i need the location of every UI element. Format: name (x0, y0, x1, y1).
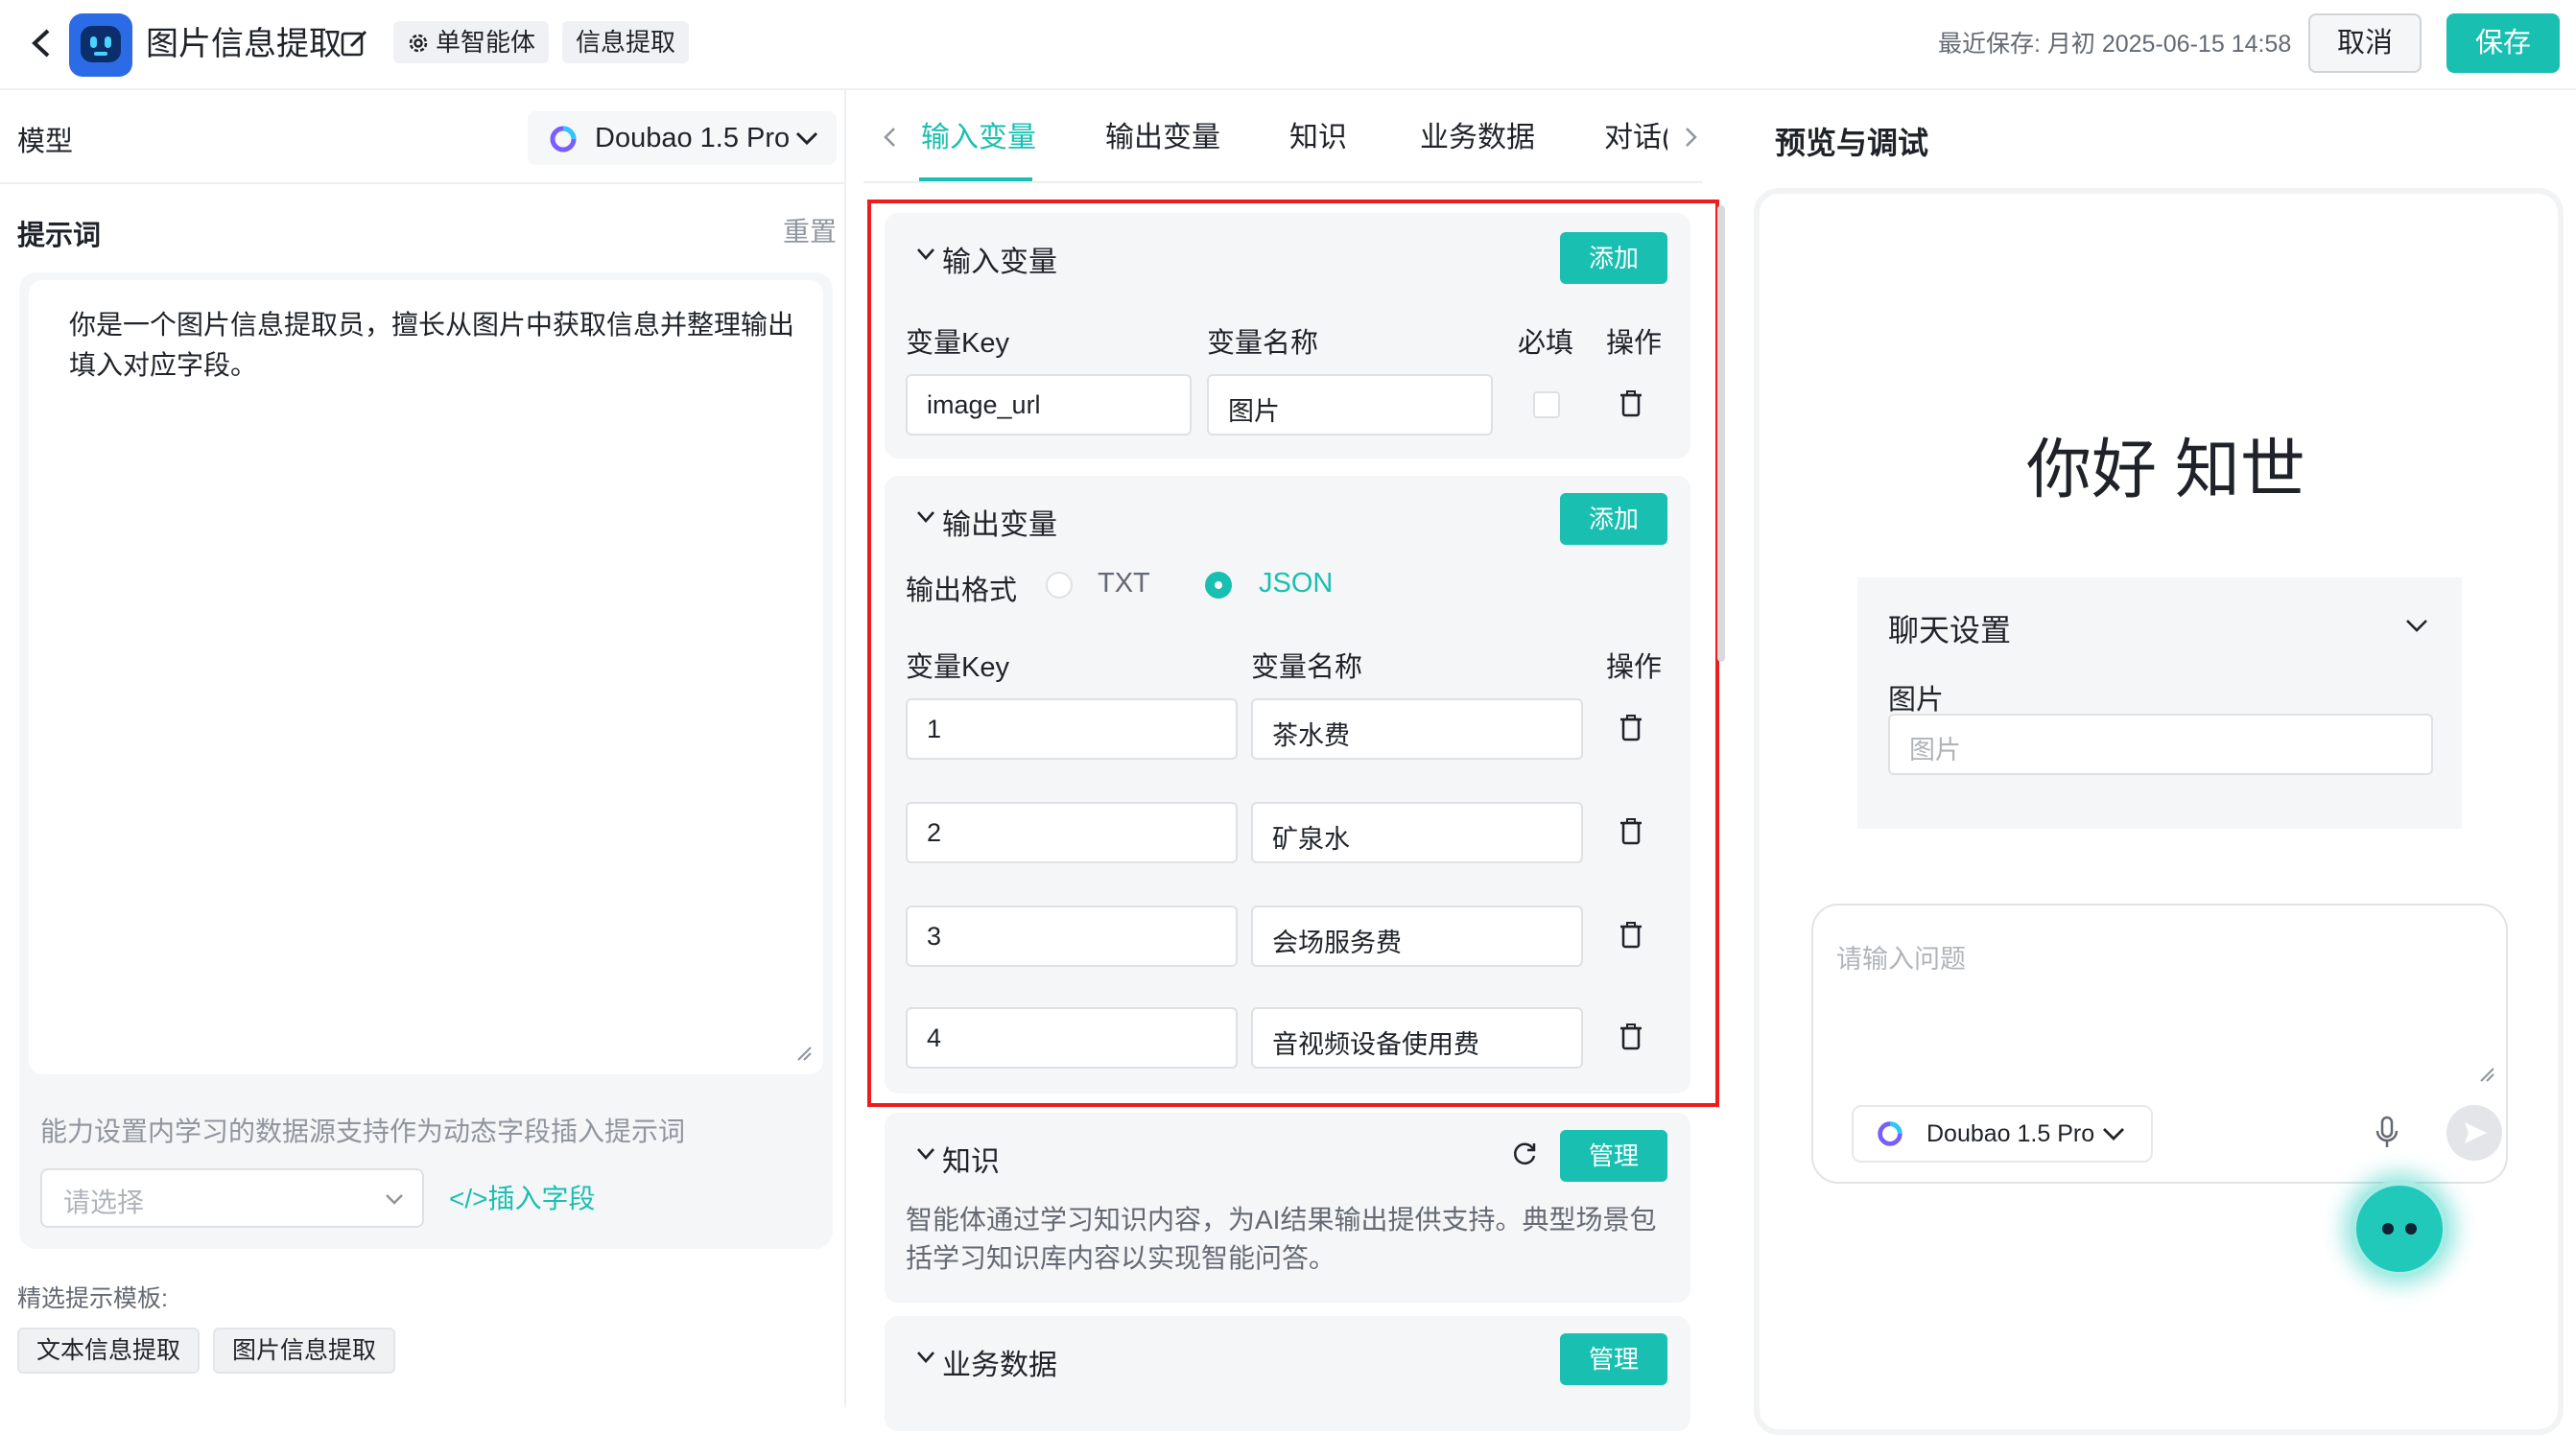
send-icon (2465, 1122, 2487, 1143)
cancel-button[interactable]: 取消 (2308, 13, 2422, 73)
gear-icon (409, 34, 428, 53)
model-name: Doubao 1.5 Pro (595, 123, 791, 153)
edit-icon[interactable] (340, 29, 368, 58)
chevron-down-icon[interactable] (2404, 618, 2429, 635)
image-field-label: 图片 (1888, 685, 1945, 716)
insert-field-link[interactable]: </>插入字段 (449, 1178, 595, 1216)
select-placeholder: 请选择 (63, 1188, 145, 1217)
chat-settings-title[interactable]: 聊天设置 (1888, 606, 2011, 650)
prompt-label: 提示词 (17, 221, 102, 251)
knowledge-description: 智能体通过学习知识内容，为AI结果输出提供支持。典型场景包括学习知识库内容以实现… (906, 1205, 1657, 1273)
manage-knowledge-button[interactable]: 管理 (1560, 1130, 1667, 1182)
tab-conversation[interactable]: 对话( (1604, 119, 1667, 157)
chat-settings-panel: 聊天设置 图片 图片 (1857, 577, 2462, 829)
preview-model-name: Doubao 1.5 Pro (1926, 1120, 2095, 1147)
question-placeholder: 请输入问题 (1836, 945, 1966, 974)
business-data-title: 业务数据 (942, 1350, 1057, 1381)
refresh-icon[interactable] (1510, 1140, 1539, 1168)
agent-title: 图片信息提取 (146, 26, 342, 62)
tabs-divider (863, 181, 1702, 183)
helper-text: 能力设置内学习的数据源支持作为动态字段插入提示词 (40, 1117, 686, 1146)
tab-scroll-left-icon[interactable] (881, 125, 900, 150)
tab-output-vars[interactable]: 输出变量 (1105, 119, 1220, 157)
send-button[interactable] (2446, 1105, 2502, 1161)
assistant-float-button[interactable] (2351, 1180, 2448, 1278)
highlight-box (867, 200, 1719, 1107)
tab-business-data[interactable]: 业务数据 (1420, 119, 1535, 157)
agent-type-tag: 单智能体 (393, 21, 550, 63)
chevron-down-icon (2103, 1128, 2124, 1141)
prompt-textarea[interactable]: 你是一个图片信息提取员，擅长从图片中获取信息并整理输出填入对应字段。 (29, 280, 823, 1074)
microphone-icon[interactable] (2374, 1115, 2400, 1151)
save-button[interactable]: 保存 (2446, 13, 2560, 73)
tab-knowledge[interactable]: 知识 (1289, 119, 1347, 157)
scrollbar[interactable] (1717, 205, 1725, 662)
collapse-chevron-icon[interactable] (915, 1347, 936, 1368)
question-input-box[interactable]: 请输入问题 Doubao 1.5 Pro (1811, 904, 2508, 1184)
chevron-down-icon (795, 131, 818, 146)
panel-divider (844, 90, 846, 1407)
template-label: 精选提示模板: (17, 1285, 168, 1312)
model-label: 模型 (17, 127, 74, 157)
knowledge-card: 知识 管理 智能体通过学习知识内容，为AI结果输出提供支持。典型场景包括学习知识… (885, 1113, 1690, 1303)
template-image-extract-button[interactable]: 图片信息提取 (213, 1328, 396, 1374)
back-icon[interactable] (23, 21, 61, 65)
preview-title: 预览与调试 (1775, 126, 1929, 160)
model-select[interactable]: Doubao 1.5 Pro (528, 111, 837, 165)
manage-business-data-button[interactable]: 管理 (1560, 1333, 1667, 1385)
template-text-extract-button[interactable]: 文本信息提取 (17, 1328, 201, 1374)
knowledge-title: 知识 (942, 1146, 1000, 1178)
category-tag: 信息提取 (562, 21, 690, 63)
bot-face-icon (2382, 1223, 2417, 1235)
resize-handle-icon[interactable] (796, 1046, 812, 1061)
chevron-down-icon (386, 1194, 403, 1205)
doubao-logo-icon (550, 126, 577, 153)
prompt-text: 你是一个图片信息提取员，擅长从图片中获取信息并整理输出填入对应字段。 (69, 310, 795, 380)
preview-model-select[interactable]: Doubao 1.5 Pro (1852, 1105, 2153, 1163)
field-select[interactable]: 请选择 (40, 1168, 424, 1228)
prompt-panel: 你是一个图片信息提取员，擅长从图片中获取信息并整理输出填入对应字段。 能力设置内… (19, 272, 833, 1249)
tab-input-vars[interactable]: 输入变量 (921, 119, 1036, 157)
greeting-text: 你好 知世 (2026, 434, 2305, 506)
business-data-card: 业务数据 管理 (885, 1316, 1690, 1431)
image-input[interactable]: 图片 (1888, 714, 2433, 775)
agent-avatar (69, 13, 132, 77)
collapse-chevron-icon[interactable] (915, 1143, 936, 1164)
reset-button[interactable]: 重置 (783, 211, 837, 249)
last-saved-text: 最近保存: 月初 2025-06-15 14:58 (1938, 31, 2292, 58)
tab-scroll-right-icon[interactable] (1681, 125, 1700, 150)
doubao-logo-icon (1878, 1121, 1902, 1146)
resize-handle-icon[interactable] (2479, 1067, 2494, 1082)
left-divider (0, 182, 844, 184)
top-bar: 图片信息提取 单智能体 信息提取 最近保存: 月初 2025-06-15 14:… (0, 0, 2576, 90)
